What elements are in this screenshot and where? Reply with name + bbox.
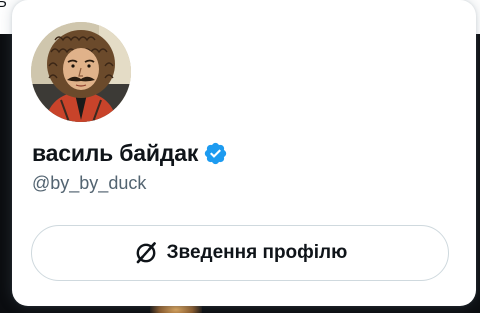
- background-top-text: Ь: [0, 0, 7, 11]
- display-name[interactable]: василь байдак: [32, 140, 198, 167]
- display-name-row: василь байдак: [32, 138, 228, 168]
- profile-summary-button[interactable]: Зведення профілю: [31, 225, 449, 281]
- verified-badge-icon[interactable]: [203, 141, 228, 166]
- grok-summary-icon: [133, 240, 159, 266]
- avatar[interactable]: [31, 22, 131, 122]
- profile-hover-card: василь байдак @by_by_duck Зведення профі…: [12, 0, 476, 306]
- user-handle[interactable]: @by_by_duck: [32, 173, 146, 194]
- profile-summary-button-label: Зведення профілю: [166, 242, 348, 263]
- avatar-drawing: [31, 22, 131, 122]
